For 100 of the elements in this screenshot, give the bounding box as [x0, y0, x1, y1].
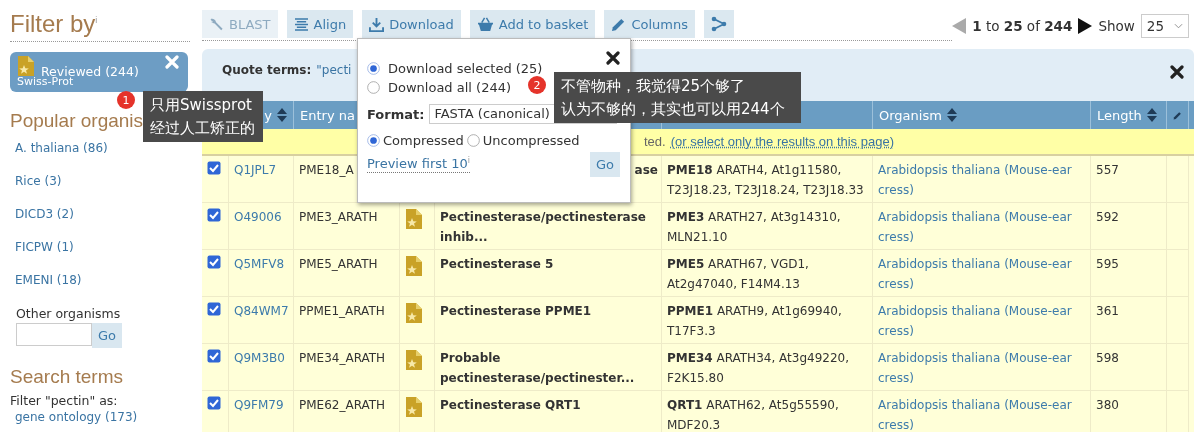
sequence-length: 592 [1096, 209, 1120, 226]
protein-name: Pectinesterase/pectinesterase inhib... [440, 209, 647, 246]
gene-names: PME5 ARATH67, VGD1, At2g47040, F14M4.13 [667, 256, 810, 293]
query-term: "pecti [316, 63, 352, 77]
section-heading: Search terms [10, 366, 123, 387]
organism-filter-link[interactable]: Rice (3) [15, 171, 62, 191]
annotation-text: 经过人工矫正的 [150, 118, 255, 139]
filter-label: Filter "pectin" as: [10, 392, 118, 408]
toolbar-button[interactable]: Align [286, 10, 354, 38]
share-icon [711, 16, 727, 32]
sequence-length: 595 [1096, 256, 1120, 273]
sequence-length: 598 [1096, 350, 1120, 367]
row-checkbox[interactable] [207, 255, 221, 269]
column-header[interactable]: Organism [879, 107, 942, 123]
entry-link[interactable]: Q9FM79 [234, 396, 288, 416]
radio-label: Download all (244) [388, 79, 512, 97]
reviewed-document-icon [405, 255, 423, 277]
organism-link[interactable]: Arabidopsis thaliana (Mouse-ear cress) [878, 349, 1085, 388]
reviewed-document-icon [405, 302, 423, 324]
row-checkbox[interactable] [207, 208, 221, 222]
organism-link[interactable]: Arabidopsis thaliana (Mouse-ear cress) [878, 302, 1085, 341]
column-header[interactable]: y [264, 107, 272, 123]
gene-names: PME3 ARATH27, At3g14310, MLN21.10 [667, 209, 842, 246]
row-checkbox[interactable] [207, 302, 221, 316]
column-header[interactable]: Entry na [300, 107, 355, 123]
entry-link[interactable]: O49006 [234, 208, 288, 228]
sequence-length: 557 [1096, 162, 1120, 179]
protein-name: Pectinesterase PPME1 [440, 303, 593, 320]
close-icon[interactable] [1170, 65, 1184, 79]
entry-link[interactable]: Q5MFV8 [234, 255, 288, 275]
organism-link[interactable]: Arabidopsis thaliana (Mouse-ear cress) [878, 161, 1085, 200]
organism-filter-link[interactable]: FICPW (1) [15, 237, 74, 257]
entry-link[interactable]: Q1JPL7 [234, 161, 288, 181]
radio-label: Compressed [383, 133, 464, 148]
wrench-icon [209, 16, 224, 32]
sequence-length: 361 [1096, 303, 1120, 320]
sort-icon[interactable] [946, 108, 957, 122]
row-checkbox[interactable] [207, 349, 221, 363]
gene-names: QRT1 ARATH62, At5g55590, MDF20.3 [667, 397, 840, 432]
organism-filter-link[interactable]: DICD3 (2) [15, 204, 74, 224]
close-icon[interactable] [606, 51, 620, 65]
chip-sublabel: Swiss-Prot [17, 74, 74, 89]
entry-link[interactable]: Q9M3B0 [234, 349, 288, 369]
page-size-select[interactable]: 25 [1140, 13, 1189, 38]
download-icon [369, 16, 385, 32]
entry-name: PPME1_ARATH [299, 303, 386, 320]
chevron-icon [1174, 22, 1183, 29]
reviewed-document-icon [405, 396, 423, 418]
protein-name: Pectinesterase 5 [440, 256, 555, 273]
filter-chip[interactable]: Reviewed (244) Swiss-Prot [10, 52, 188, 92]
field-label: Other organisms [15, 305, 121, 321]
protein-name: Pectinesterase QRT1 [440, 397, 582, 414]
protein-name: Probable pectinesterase/pectinester... [440, 350, 636, 387]
gene-names: PPME1 ARATH9, At1g69940, T17F3.3 [667, 303, 843, 340]
show-label: Show [1098, 17, 1135, 34]
entry-name: PME5_ARATH [299, 256, 379, 273]
sequence-length: 380 [1096, 397, 1120, 414]
align-lines-icon [293, 17, 309, 31]
gene-names: PME34 ARATH34, At3g49220, F2K15.80 [667, 350, 850, 387]
protein-name: ase [634, 162, 658, 179]
radio-button[interactable] [466, 134, 480, 147]
next-page-icon[interactable] [1078, 17, 1093, 34]
toolbar-button[interactable]: Add to basket [469, 10, 596, 38]
radio-button[interactable] [367, 134, 380, 147]
sort-icon[interactable] [1146, 108, 1157, 122]
go-button[interactable]: Go [589, 152, 620, 177]
section-heading: Popular organis [10, 111, 144, 131]
annotation-text: 不管物种，我觉得25个够了 [561, 76, 746, 97]
entry-name: PME34_ARATH [299, 350, 387, 367]
search-filter-link[interactable]: gene ontology (173) [15, 409, 138, 424]
format-label: Format: [367, 106, 425, 122]
toolbar-button[interactable] [704, 10, 734, 38]
entry-name: PME62_ARATH [299, 397, 387, 414]
organism-input-field[interactable] [16, 322, 92, 346]
toolbar-button[interactable]: Columns [604, 10, 695, 38]
organism-link[interactable]: Arabidopsis thaliana (Mouse-ear cress) [878, 208, 1085, 247]
sort-icon[interactable] [277, 108, 287, 122]
annotation-text: 只用Swissprot [150, 95, 252, 116]
reviewed-document-icon [405, 208, 423, 230]
entry-name: PME3_ARATH [299, 209, 379, 226]
column-header[interactable]: Length [1097, 107, 1142, 123]
notice-text: ted. [644, 134, 666, 149]
entry-link[interactable]: Q84WM7 [234, 302, 288, 322]
radio-label: Download selected (25) [388, 60, 543, 78]
toolbar-button[interactable]: Download [362, 10, 461, 38]
gene-names: PME18 ARATH4, At1g11580, T23J18.23, T23J18.24, T23J18.33 [667, 162, 865, 199]
organism-link[interactable]: Arabidopsis thaliana (Mouse-ear cress) [878, 255, 1085, 294]
basket-icon [476, 16, 494, 32]
organism-filter-link[interactable]: A. thaliana (86) [15, 138, 108, 158]
organism-link[interactable]: Arabidopsis thaliana (Mouse-ear cress) [878, 396, 1085, 432]
info-label: Quote terms: [222, 63, 312, 77]
row-checkbox[interactable] [207, 161, 221, 175]
organism-filter-link[interactable]: EMENI (18) [15, 270, 82, 290]
go-button[interactable]: Go [92, 322, 123, 348]
reviewed-document-icon [405, 349, 423, 371]
select-page-link[interactable]: (or select only the results on this page) [670, 132, 894, 151]
row-checkbox[interactable] [207, 396, 221, 410]
radio-label: Uncompressed [482, 133, 580, 148]
radio-button[interactable] [367, 62, 380, 75]
radio-button[interactable] [367, 81, 380, 94]
